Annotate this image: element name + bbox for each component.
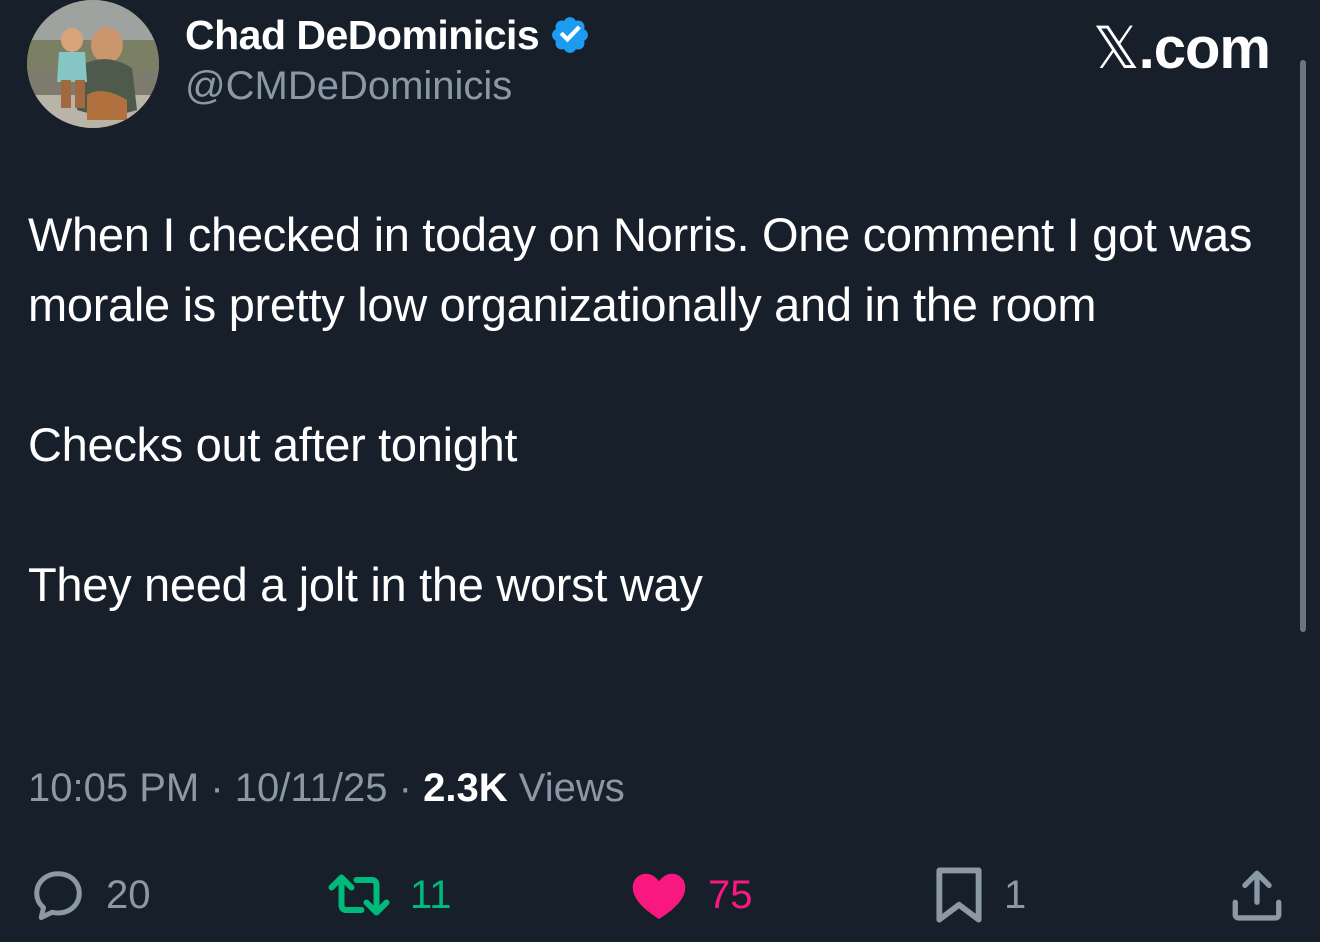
views-label[interactable]: Views <box>519 766 625 810</box>
retweet-button[interactable]: 11 <box>326 858 452 932</box>
share-icon <box>1232 870 1282 921</box>
tweet-date[interactable]: 10/11/25 <box>235 766 388 810</box>
views-count[interactable]: 2.3K <box>423 766 508 810</box>
author-handle[interactable]: @CMDeDominicis <box>185 64 512 109</box>
reply-icon <box>34 871 82 920</box>
brand-logo: 𝕏.com <box>1092 14 1271 82</box>
tweet-text: When I checked in today on Norris. One c… <box>28 200 1278 620</box>
x-logo-glyph: 𝕏 <box>1092 14 1140 82</box>
bookmark-count: 1 <box>1004 872 1027 917</box>
retweet-count: 11 <box>410 872 452 917</box>
share-button[interactable] <box>1228 858 1286 932</box>
tweet-time[interactable]: 10:05 PM <box>28 766 199 810</box>
tweet-meta: 10:05 PM · 10/11/25 · 2.3K Views <box>28 766 625 811</box>
tweet-paragraph: Checks out after tonight <box>28 418 518 471</box>
tweet-paragraph: They need a jolt in the worst way <box>28 558 703 611</box>
action-bar: 20 11 75 1 <box>0 858 1320 932</box>
tweet-paragraph: When I checked in today on Norris. One c… <box>28 208 1253 331</box>
retweet-icon <box>328 874 390 916</box>
reply-count: 20 <box>106 872 151 917</box>
scrollbar[interactable] <box>1300 60 1306 632</box>
brand-suffix: .com <box>1138 16 1271 81</box>
reply-button[interactable]: 20 <box>28 858 151 932</box>
avatar[interactable] <box>27 0 159 128</box>
meta-separator: · <box>210 766 224 810</box>
verified-badge-icon <box>552 17 589 53</box>
author-display-name[interactable]: Chad DeDominicis <box>185 12 540 59</box>
bookmark-button[interactable]: 1 <box>932 858 1026 932</box>
heart-icon <box>632 873 686 919</box>
like-button[interactable]: 75 <box>628 858 753 932</box>
bookmark-icon <box>936 867 982 923</box>
meta-separator: · <box>398 766 412 810</box>
like-count: 75 <box>708 872 753 917</box>
author-name-row[interactable]: Chad DeDominicis <box>185 12 591 58</box>
